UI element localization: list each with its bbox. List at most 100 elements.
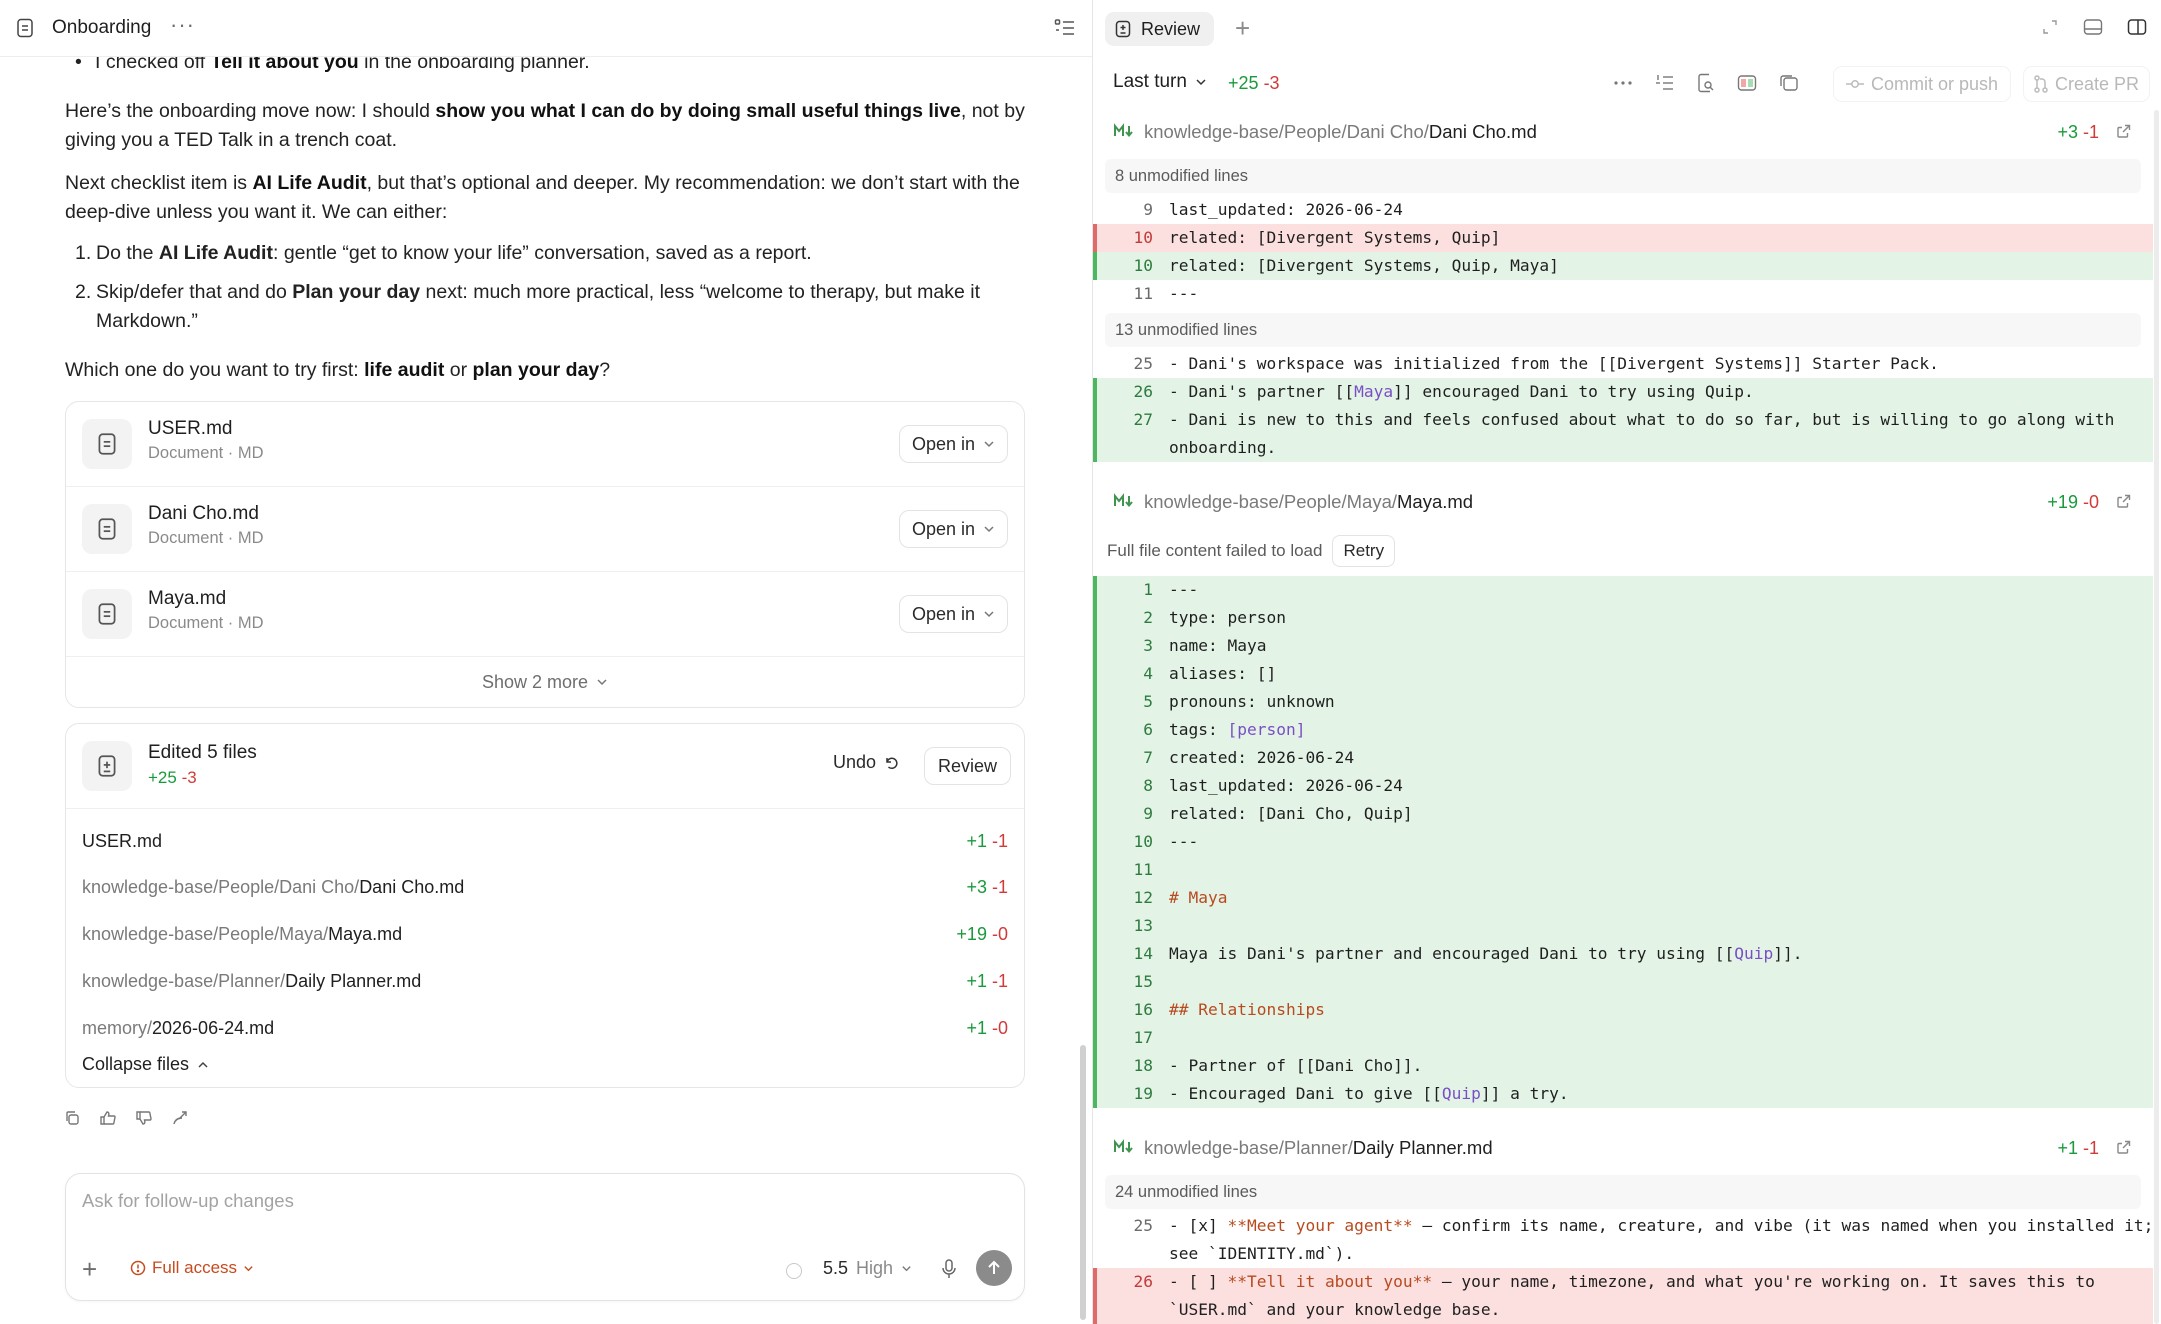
external-link-icon[interactable] bbox=[2117, 124, 2131, 138]
external-link-icon[interactable] bbox=[2117, 494, 2131, 508]
diff-file-stats: +1 -1 bbox=[2057, 1138, 2099, 1159]
line-number: 25 bbox=[1133, 1216, 1154, 1235]
line-code: related: [Dani Cho, Quip] bbox=[1169, 804, 1413, 823]
edited-file-row[interactable]: knowledge-base/Planner/Daily Planner.md +… bbox=[82, 961, 1008, 1001]
diff-line-added: 27 - Dani is new to this and feels confus… bbox=[1093, 406, 2153, 462]
text: Do the bbox=[96, 242, 159, 264]
turn-selector[interactable]: Last turn bbox=[1113, 71, 1207, 93]
added-count: +1 bbox=[966, 970, 987, 991]
tab-review[interactable]: Review bbox=[1105, 12, 1215, 46]
file-path: knowledge-base/Planner/ bbox=[82, 970, 286, 991]
diff-line: 9 last_updated: 2026-06-24 bbox=[1093, 196, 2153, 224]
file-card[interactable]: Dani Cho.md Document · MD Open in bbox=[66, 487, 1024, 572]
file-path: knowledge-base/People/Maya/ bbox=[82, 923, 329, 944]
turn-label: Last turn bbox=[1113, 71, 1187, 92]
side-panel-icon[interactable] bbox=[2127, 18, 2147, 36]
line-code: --- bbox=[1169, 284, 1199, 303]
removed-count: -3 bbox=[1263, 73, 1280, 93]
open-in-button[interactable]: Open in bbox=[898, 425, 1008, 463]
edited-file-row[interactable]: knowledge-base/People/Maya/Maya.md +19 -0 bbox=[82, 914, 1008, 954]
diff-line-removed: 10 related: [Divergent Systems, Quip] bbox=[1093, 224, 2153, 252]
text-bold: Plan your day bbox=[292, 281, 421, 303]
line-code: ## Relationships bbox=[1169, 1000, 1325, 1019]
line-number: 2 bbox=[1143, 608, 1153, 627]
file-card[interactable]: Maya.md Document · MD Open in bbox=[66, 572, 1024, 657]
file-basename: 2026-06-24.md bbox=[152, 1017, 275, 1038]
retry-label: Retry bbox=[1343, 541, 1385, 560]
line-number: 26 bbox=[1133, 1272, 1154, 1291]
text-bold: AI Life Audit bbox=[252, 172, 367, 194]
diff-line-added: 8 last_updated: 2026-06-24 bbox=[1093, 772, 2153, 800]
filter-list-icon[interactable] bbox=[1655, 74, 1675, 92]
diff-file-header[interactable]: knowledge-base/Planner/Daily Planner.md … bbox=[1093, 1128, 2161, 1168]
share-icon[interactable] bbox=[171, 1109, 189, 1127]
scrollbar[interactable] bbox=[2154, 110, 2159, 1324]
line-number: 15 bbox=[1133, 972, 1154, 991]
thumbs-up-icon[interactable] bbox=[99, 1109, 117, 1127]
file-search-icon[interactable] bbox=[1697, 73, 1715, 93]
code-text: Maya is Dani's partner and encouraged Da… bbox=[1169, 944, 1735, 963]
follow-up-input[interactable] bbox=[82, 1190, 1002, 1212]
model-selector[interactable]: 5.5 High bbox=[823, 1258, 912, 1279]
code-bold: **Meet your agent** bbox=[1227, 1216, 1413, 1235]
diff-file-header[interactable]: knowledge-base/People/Dani Cho/Dani Cho.… bbox=[1093, 112, 2161, 152]
diff-line-added: 14 Maya is Dani's partner and encouraged … bbox=[1093, 940, 2153, 968]
unmodified-lines-label: 13 unmodified lines bbox=[1115, 320, 1258, 339]
commit-or-push-button[interactable]: Commit or push bbox=[1833, 66, 2012, 102]
retry-button[interactable]: Retry bbox=[1332, 535, 1396, 567]
chat-paragraph: Here’s the onboarding move now: I should… bbox=[65, 97, 1025, 155]
list-outline-icon[interactable] bbox=[1054, 18, 1076, 38]
unmodified-lines-expander[interactable]: 13 unmodified lines bbox=[1105, 313, 2141, 347]
undo-button[interactable]: Undo bbox=[833, 752, 899, 773]
collapse-files-button[interactable]: Collapse files bbox=[82, 1054, 209, 1075]
text-bold: AI Life Audit bbox=[158, 242, 273, 264]
access-level-button[interactable]: Full access bbox=[130, 1258, 254, 1278]
file-basename: Maya.md bbox=[328, 923, 403, 944]
add-button[interactable]: + bbox=[82, 1256, 97, 1282]
line-number: 4 bbox=[1143, 664, 1153, 683]
removed-count: -1 bbox=[2082, 1138, 2099, 1158]
edited-file-row[interactable]: USER.md +1 -1 bbox=[82, 821, 1008, 861]
microphone-icon[interactable] bbox=[939, 1258, 959, 1280]
edited-file-row[interactable]: memory/2026-06-24.md +1 -0 bbox=[82, 1008, 1008, 1048]
more-options-button[interactable]: ··· bbox=[170, 12, 195, 38]
document-icon bbox=[17, 18, 33, 38]
diff-file-header[interactable]: knowledge-base/People/Maya/Maya.md +19 -… bbox=[1093, 482, 2161, 522]
thumbs-down-icon[interactable] bbox=[135, 1109, 153, 1127]
more-icon[interactable] bbox=[1613, 80, 1633, 86]
split-view-icon[interactable] bbox=[1737, 74, 1757, 92]
edited-file-row[interactable]: knowledge-base/People/Dani Cho/Dani Cho.… bbox=[82, 867, 1008, 907]
line-number: 5 bbox=[1143, 692, 1153, 711]
chat-paragraph: Next checklist item is AI Life Audit, bu… bbox=[65, 169, 1025, 227]
context-usage-indicator[interactable] bbox=[786, 1263, 802, 1279]
left-header: Onboarding ··· bbox=[0, 0, 1092, 57]
show-more-label: Show 2 more bbox=[481, 671, 589, 692]
unmodified-lines-expander[interactable]: 24 unmodified lines bbox=[1105, 1175, 2141, 1209]
code-text: - [x] bbox=[1169, 1216, 1228, 1235]
wiki-link: Quip bbox=[1734, 944, 1774, 963]
text: Which one do you want to try first: bbox=[65, 359, 365, 381]
open-in-button[interactable]: Open in bbox=[898, 595, 1008, 633]
unmodified-lines-expander[interactable]: 8 unmodified lines bbox=[1105, 159, 2141, 193]
create-pr-button[interactable]: Create PR bbox=[2023, 66, 2151, 102]
external-link-icon[interactable] bbox=[2117, 1140, 2131, 1154]
new-tab-button[interactable]: + bbox=[1235, 14, 1250, 42]
list-number: 1. bbox=[75, 242, 92, 264]
copy-window-icon[interactable] bbox=[1779, 74, 1799, 92]
chat-scroll: I checked off Tell it about you in the o… bbox=[0, 0, 1092, 1324]
scrollbar[interactable] bbox=[1080, 1045, 1086, 1320]
show-more-button[interactable]: Show 2 more bbox=[66, 657, 1024, 707]
code-text: — confirm its name, creature, and vibe (… bbox=[1412, 1216, 2154, 1235]
copy-icon[interactable] bbox=[63, 1109, 81, 1127]
file-type: Document · MD bbox=[148, 529, 264, 547]
added-count: +19 bbox=[2047, 492, 2078, 512]
file-path: knowledge-base/People/Dani Cho/ bbox=[82, 876, 360, 897]
expand-icon[interactable] bbox=[2041, 18, 2059, 36]
file-name: Maya.md bbox=[148, 588, 227, 609]
review-button[interactable]: Review bbox=[924, 747, 1012, 785]
bottom-panel-icon[interactable] bbox=[2083, 18, 2103, 36]
line-code-wrap: see `IDENTITY.md`). bbox=[1169, 1244, 1355, 1263]
file-card[interactable]: USER.md Document · MD Open in bbox=[66, 402, 1024, 487]
send-button[interactable] bbox=[976, 1250, 1012, 1286]
open-in-button[interactable]: Open in bbox=[898, 510, 1008, 548]
